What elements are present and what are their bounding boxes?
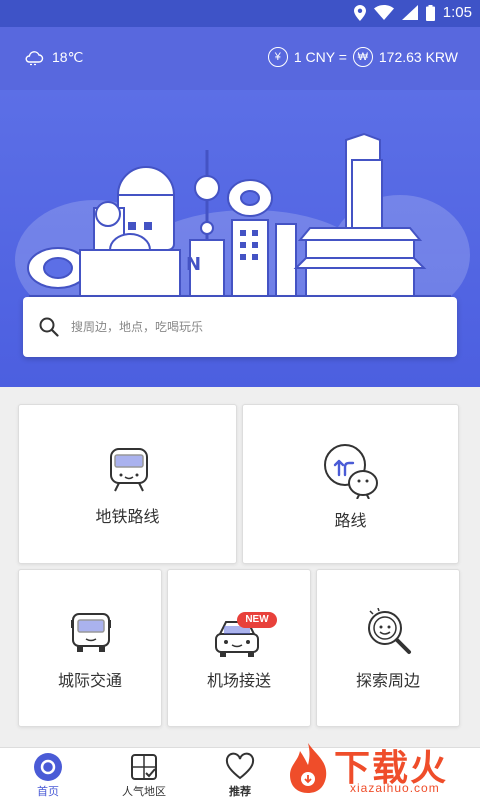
subway-route-card[interactable]: 地铁路线 xyxy=(18,404,237,564)
airport-transfer-label: 机场接送 xyxy=(206,671,271,690)
clock: 1:05 xyxy=(442,4,472,21)
weather[interactable]: 18℃ xyxy=(24,49,83,66)
rate-to: 172.63 KRW xyxy=(378,49,458,65)
bus-icon xyxy=(71,613,111,652)
wifi-icon xyxy=(373,5,394,20)
new-badge: NEW xyxy=(237,612,277,628)
route-card[interactable]: 路线 xyxy=(242,404,459,564)
cloud-icon xyxy=(25,50,44,65)
svg-text:N: N xyxy=(186,254,201,275)
tab-popular-areas[interactable]: 人气地区 xyxy=(96,748,192,800)
rate-from: 1 CNY = xyxy=(293,49,347,65)
airport-transfer-card[interactable]: 机场接送 xyxy=(167,569,311,727)
location-icon xyxy=(353,4,366,21)
subway-route-label: 地铁路线 xyxy=(95,507,160,526)
route-label: 路线 xyxy=(334,511,367,530)
yuan-icon: ¥ xyxy=(267,47,288,67)
search-bar[interactable]: 搜周边，地点，吃喝玩乐 xyxy=(23,297,457,357)
map-grid-icon xyxy=(131,754,157,780)
won-icon: ₩ xyxy=(352,47,373,67)
route-sign-icon xyxy=(324,444,378,499)
watermark-url: xiazaihuo.com xyxy=(350,781,440,795)
subway-train-icon xyxy=(110,448,148,492)
signal-icon xyxy=(401,5,418,20)
nearby-label: 探索周边 xyxy=(355,671,420,690)
search-icon xyxy=(39,317,59,337)
nearby-card[interactable]: 探索周边 xyxy=(316,569,460,727)
home-icon xyxy=(34,753,62,781)
tab-home-label: 首页 xyxy=(37,785,59,798)
intercity-card[interactable]: 城际交通 xyxy=(18,569,162,727)
magnifier-icon xyxy=(368,608,411,654)
heart-icon xyxy=(225,752,255,780)
intercity-label: 城际交通 xyxy=(57,671,122,690)
tab-home[interactable]: 首页 xyxy=(0,748,96,800)
temperature: 18℃ xyxy=(52,49,84,65)
tab-popular-areas-label: 人气地区 xyxy=(122,785,166,798)
watermark-logo: 下载火 xiazaihuo.com xyxy=(282,737,480,800)
battery-icon xyxy=(425,4,435,21)
tab-recommend-label: 推荐 xyxy=(229,785,251,798)
tab-recommend[interactable]: 推荐 xyxy=(192,748,288,800)
status-bar: 1:05 xyxy=(0,0,480,27)
info-bar: 18℃ ¥ 1 CNY = ₩ 172.63 KRW xyxy=(0,27,480,90)
flame-icon xyxy=(290,743,327,793)
search-input[interactable]: 搜周边，地点，吃喝玩乐 xyxy=(71,318,203,335)
exchange-rate[interactable]: ¥ 1 CNY = ₩ 172.63 KRW xyxy=(267,47,458,67)
